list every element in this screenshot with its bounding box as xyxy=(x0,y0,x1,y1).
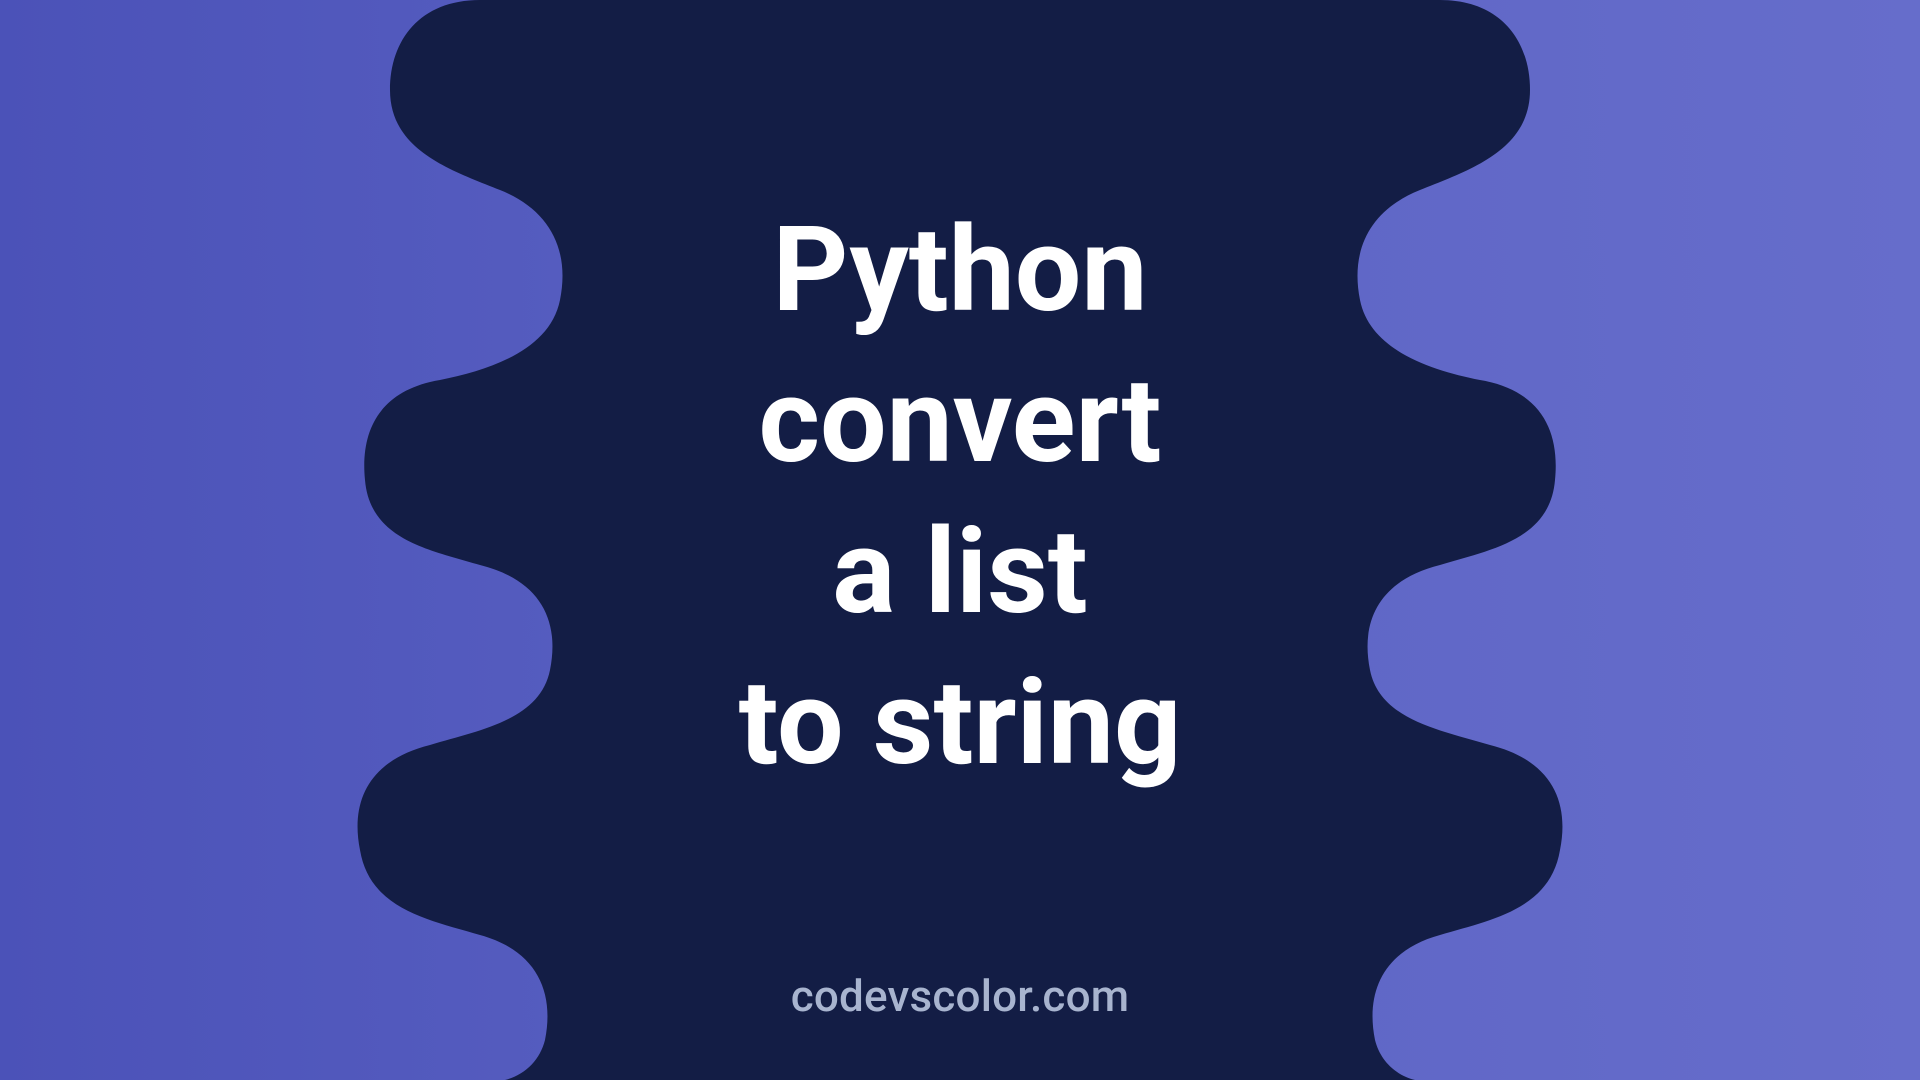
main-title: Python convert a list to string xyxy=(739,195,1182,799)
site-label: codevscolor.com xyxy=(791,970,1130,1022)
